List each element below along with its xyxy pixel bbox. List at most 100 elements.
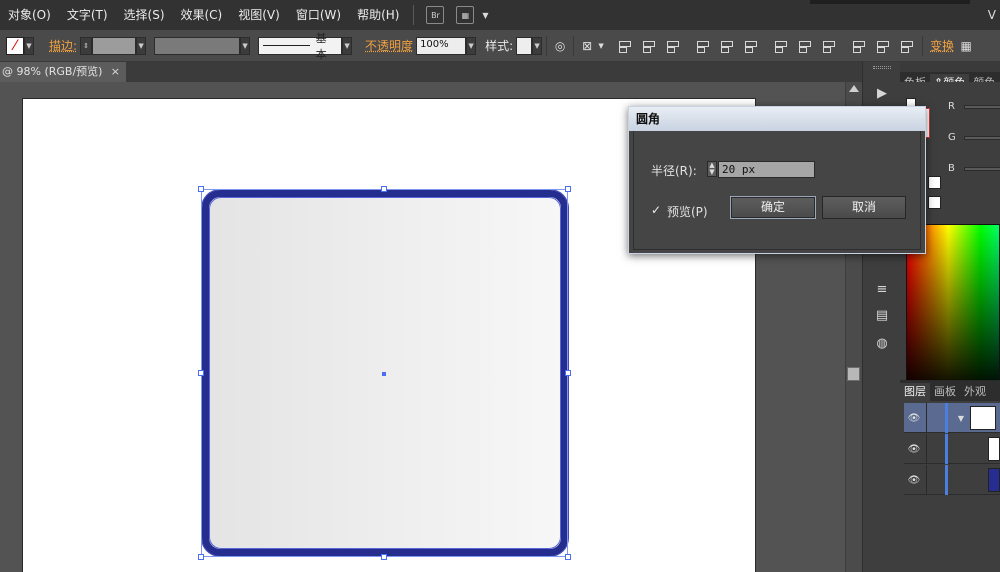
menu-type[interactable]: 文字(T): [59, 0, 116, 30]
handle-top-right[interactable]: [565, 186, 571, 192]
radius-input[interactable]: 20 px: [718, 161, 815, 178]
workspace-switcher[interactable]: [810, 0, 970, 4]
menu-help[interactable]: 帮助(H): [349, 0, 407, 30]
handle-bottom-left[interactable]: [198, 554, 204, 560]
menu-window[interactable]: 窗口(W): [288, 0, 349, 30]
align-left-icon[interactable]: [617, 39, 632, 53]
lock-column[interactable]: [926, 403, 927, 433]
opacity-dropdown[interactable]: ▼: [466, 36, 477, 55]
align-to-icon[interactable]: ⊠: [578, 37, 596, 55]
menu-effect[interactable]: 效果(C): [173, 0, 231, 30]
handle-top-left[interactable]: [198, 186, 204, 192]
layer-color-bar: [945, 403, 948, 433]
play-icon[interactable]: ▶: [871, 84, 893, 102]
cancel-button[interactable]: 取消: [822, 196, 906, 219]
align-top-icon[interactable]: [695, 39, 710, 53]
eye-icon[interactable]: 👁: [908, 474, 921, 486]
control-separator: [922, 35, 924, 56]
transform-label[interactable]: 变换: [927, 37, 957, 54]
stroke-weight-dropdown[interactable]: ▼: [136, 36, 147, 55]
handle-bottom-right[interactable]: [565, 554, 571, 560]
tab-artboards[interactable]: 画板: [930, 383, 960, 401]
menu-bar: 对象(O) 文字(T) 选择(S) 效果(C) 视图(V) 窗口(W) 帮助(H…: [0, 0, 1000, 30]
layers-panel-tabs: 图层 画板 外观: [900, 381, 1000, 401]
chevron-down-icon[interactable]: ▼: [480, 6, 490, 24]
scroll-up-icon[interactable]: [849, 85, 859, 92]
variable-width-dropdown[interactable]: ▼: [240, 36, 251, 55]
graphic-style-swatch[interactable]: [516, 36, 533, 55]
fill-dropdown[interactable]: ▼: [24, 36, 34, 55]
style-dropdown[interactable]: ▼: [532, 36, 543, 55]
lock-column[interactable]: [926, 434, 927, 464]
arrange-documents-icon[interactable]: ▦: [456, 6, 475, 24]
distribute-top-icon[interactable]: [773, 39, 788, 53]
close-icon[interactable]: ×: [111, 62, 120, 82]
recolor-artwork-icon[interactable]: ◎: [551, 37, 569, 55]
eye-icon[interactable]: 👁: [908, 443, 921, 455]
menu-select[interactable]: 选择(S): [116, 0, 173, 30]
layer-color-bar: [945, 465, 948, 495]
stroke-weight-stepper[interactable]: ⇕: [80, 36, 93, 55]
handle-middle-right[interactable]: [565, 370, 571, 376]
channel-g-slider[interactable]: [964, 136, 1000, 140]
menu-view[interactable]: 视图(V): [230, 0, 288, 30]
chevron-down-icon[interactable]: ▼: [596, 37, 606, 55]
dialog-body: 半径(R): ▲ ▼ 20 px ✓ 预览(P) 确定 取消: [633, 131, 921, 250]
grip-icon[interactable]: [873, 66, 891, 69]
channel-g-label: G: [948, 132, 956, 143]
lock-column[interactable]: [926, 465, 927, 495]
handle-middle-left[interactable]: [198, 370, 204, 376]
handle-top-center[interactable]: [381, 186, 387, 192]
workspace-label: V: [987, 8, 996, 22]
stroke-weight-field[interactable]: [92, 36, 137, 55]
channel-r-label: R: [948, 101, 955, 112]
variable-width-field[interactable]: [154, 36, 241, 55]
distribute-left-icon[interactable]: [851, 39, 866, 53]
gradient-panel-icon[interactable]: ▤: [871, 306, 893, 324]
chevron-down-icon[interactable]: ▼: [952, 409, 970, 427]
opacity-label[interactable]: 不透明度: [362, 37, 416, 54]
preview-checkbox[interactable]: ✓: [651, 204, 663, 216]
scroll-thumb[interactable]: [847, 367, 860, 381]
distribute-right-icon[interactable]: [899, 39, 914, 53]
tab-layers[interactable]: 图层: [900, 383, 930, 401]
bridge-button[interactable]: Br: [426, 6, 445, 24]
align-horizontal-center-icon[interactable]: [641, 39, 656, 53]
layer-row[interactable]: 👁: [904, 434, 1000, 464]
distribute-horizontal-center-icon[interactable]: [875, 39, 890, 53]
transparency-panel-icon[interactable]: ◍: [871, 334, 893, 352]
brush-dropdown[interactable]: ▼: [342, 36, 353, 55]
white-swatch[interactable]: [928, 196, 941, 209]
eye-icon[interactable]: 👁: [908, 412, 921, 424]
align-vertical-center-icon[interactable]: [719, 39, 734, 53]
layer-row[interactable]: 👁 ▼: [904, 403, 1000, 433]
tab-appearance[interactable]: 外观: [960, 383, 990, 401]
channel-b-label: B: [948, 163, 955, 174]
ok-button[interactable]: 确定: [730, 196, 816, 219]
stroke-label[interactable]: 描边:: [46, 37, 80, 54]
stroke-style-label: 基本: [315, 31, 327, 61]
stroke-panel-icon[interactable]: ≡: [871, 280, 893, 298]
channel-r-slider[interactable]: [964, 105, 1000, 109]
distribute-bottom-icon[interactable]: [821, 39, 836, 53]
control-bar: ⁄ ▼ 描边: ⇕ ▼ ▼ 基本 ▼ 不透明度 100% ▼ 样式: ▼ ◎ ⊠…: [0, 30, 1000, 62]
white-swatch[interactable]: [928, 176, 941, 189]
handle-bottom-center[interactable]: [381, 554, 387, 560]
channel-b-slider[interactable]: [964, 167, 1000, 171]
distribute-vertical-center-icon[interactable]: [797, 39, 812, 53]
fill-none-icon[interactable]: ⁄: [6, 36, 24, 55]
opacity-field[interactable]: 100%: [416, 36, 467, 55]
brush-definition[interactable]: 基本: [258, 32, 343, 61]
align-right-icon[interactable]: [665, 39, 680, 53]
layer-color-bar: [945, 434, 948, 464]
align-bottom-icon[interactable]: [743, 39, 758, 53]
round-corners-dialog: 圆角 半径(R): ▲ ▼ 20 px ✓ 预览(P) 确定 取消: [628, 106, 926, 254]
layer-row[interactable]: 👁: [904, 465, 1000, 495]
dialog-title[interactable]: 圆角: [629, 107, 925, 131]
isolate-icon[interactable]: ▦: [957, 37, 975, 55]
preview-label[interactable]: 预览(P): [667, 203, 708, 220]
menu-object[interactable]: 对象(O): [0, 0, 59, 30]
document-tab[interactable]: @ 98% (RGB/预览) ×: [0, 62, 126, 82]
radius-stepper[interactable]: ▲ ▼: [707, 161, 717, 177]
control-separator: [573, 35, 575, 56]
